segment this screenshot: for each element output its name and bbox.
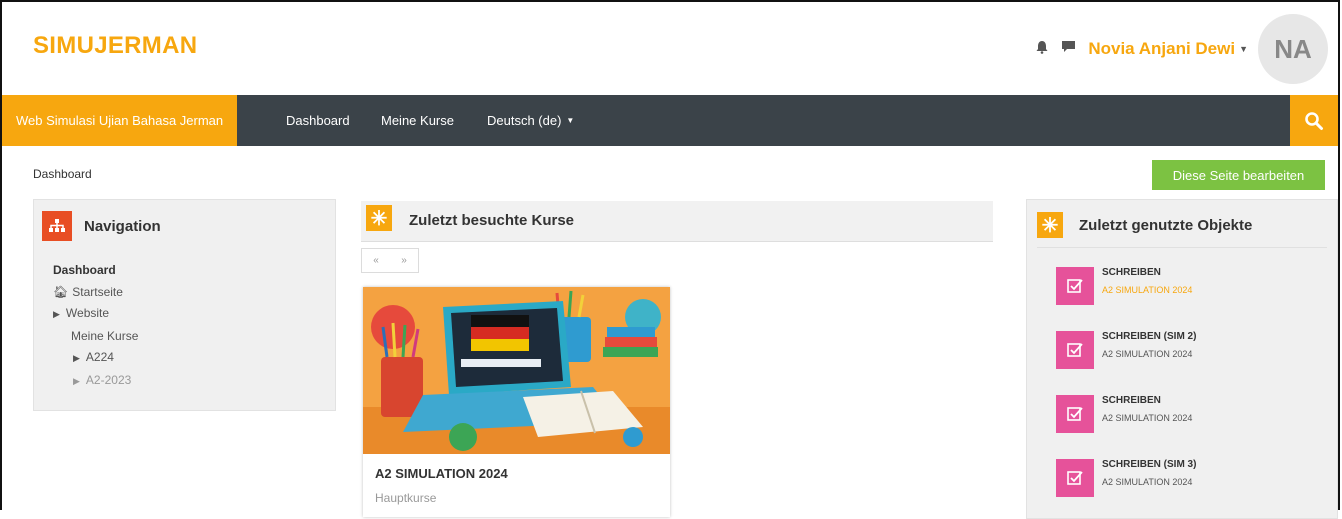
avatar[interactable]: NA <box>1258 14 1328 84</box>
sitemap-icon <box>42 211 72 241</box>
nav-my-courses[interactable]: Meine Kurse <box>381 95 454 146</box>
recent-item-course: A2 SIMULATION 2024 <box>1102 413 1193 423</box>
user-menu-area: Novia Anjani Dewi ▼ NA <box>1035 10 1328 88</box>
next-arrow-icon[interactable]: » <box>401 255 407 266</box>
recent-courses-header: ✳ Zuletzt besuchte Kurse <box>361 201 993 242</box>
nav-dashboard[interactable]: Dashboard <box>286 95 350 146</box>
site-header: SIMUJERMAN Novia Anjani Dewi ▼ NA <box>2 2 1338 95</box>
asterisk-icon: ✳ <box>1037 212 1063 238</box>
navigation-title: Navigation <box>84 217 161 235</box>
nav-tree-website[interactable]: ▶ Website <box>53 303 138 326</box>
recent-item-title: SCHREIBEN (SIM 3) <box>1102 459 1197 470</box>
nav-tree-label: A224 <box>85 350 114 364</box>
assignment-icon <box>1056 395 1094 433</box>
recent-items-title: Zuletzt genutzte Objekte <box>1079 216 1253 234</box>
expand-arrow-icon: ▶ <box>73 375 80 386</box>
edit-page-button[interactable]: Diese Seite bearbeiten <box>1152 160 1325 190</box>
expand-arrow-icon: ▶ <box>53 309 60 319</box>
divider <box>1037 247 1327 248</box>
recent-item[interactable]: SCHREIBEN A2 SIMULATION 2024 <box>1056 267 1192 305</box>
recent-items-header: ✳ Zuletzt genutzte Objekte <box>1037 212 1252 238</box>
user-name: Novia Anjani Dewi <box>1088 39 1236 58</box>
course-pager: « » <box>361 248 419 273</box>
main-navbar: Web Simulasi Ujian Bahasa Jerman Dashboa… <box>2 95 1338 146</box>
recent-item-course: A2 SIMULATION 2024 <box>1102 349 1193 359</box>
nav-tree-dashboard[interactable]: Dashboard <box>53 260 138 282</box>
user-menu[interactable]: Novia Anjani Dewi ▼ <box>1088 39 1248 59</box>
language-label: Deutsch (de) <box>487 113 562 128</box>
recent-courses-title: Zuletzt besuchte Kurse <box>409 212 575 229</box>
course-image <box>363 287 670 454</box>
breadcrumb[interactable]: Dashboard <box>33 167 92 181</box>
nav-tree-label: Website <box>65 306 110 320</box>
prev-arrow-icon[interactable]: « <box>373 255 379 266</box>
message-icon[interactable] <box>1061 40 1076 58</box>
expand-arrow-icon: ▶ <box>73 353 80 363</box>
nav-tree-course-a224[interactable]: ▶ A224 <box>53 347 138 370</box>
nav-language-menu[interactable]: Deutsch (de) ▼ <box>487 95 574 146</box>
nav-site-home[interactable]: Web Simulasi Ujian Bahasa Jerman <box>2 95 238 146</box>
chevron-down-icon: ▼ <box>1239 44 1248 54</box>
recent-item-course: A2 SIMULATION 2024 <box>1102 477 1193 487</box>
notification-icon[interactable] <box>1035 40 1049 58</box>
course-name[interactable]: A2 SIMULATION 2024 <box>375 466 508 481</box>
recent-item-title: SCHREIBEN <box>1102 395 1161 406</box>
navigation-tree: Dashboard 🏠︎ Startseite ▶ Website Meine Ku… <box>53 260 138 392</box>
recent-items-block: ✳ Zuletzt genutzte Objekte SCHREIBEN A2 … <box>1026 199 1338 519</box>
nav-tree-label: Startseite <box>72 284 123 299</box>
course-card[interactable]: A2 SIMULATION 2024 Hauptkurse <box>363 287 670 517</box>
recent-item-title: SCHREIBEN <box>1102 267 1161 278</box>
site-logo[interactable]: SIMUJERMAN <box>33 32 197 60</box>
assignment-icon <box>1056 267 1094 305</box>
navigation-block: Navigation Dashboard 🏠︎ Startseite ▶ Websi… <box>33 199 336 411</box>
recent-item-course: A2 SIMULATION 2024 <box>1102 285 1193 295</box>
navigation-block-header: Navigation <box>42 211 161 241</box>
home-icon: 🏠︎ <box>53 284 69 299</box>
recent-item-title: SCHREIBEN (SIM 2) <box>1102 331 1197 342</box>
course-category: Hauptkurse <box>375 491 437 505</box>
chevron-down-icon: ▼ <box>566 116 575 125</box>
nav-tree-course-a2-2023[interactable]: ▶ A2-2023 <box>53 370 138 393</box>
recent-item[interactable]: SCHREIBEN A2 SIMULATION 2024 <box>1056 395 1192 433</box>
assignment-icon <box>1056 459 1094 497</box>
recent-item[interactable]: SCHREIBEN (SIM 3) A2 SIMULATION 2024 <box>1056 459 1196 497</box>
nav-tree-startseite[interactable]: 🏠︎ Startseite <box>53 282 138 304</box>
nav-tree-my-courses[interactable]: Meine Kurse <box>53 326 138 348</box>
nav-tree-label: A2-2023 <box>85 372 132 387</box>
search-button[interactable] <box>1290 95 1338 146</box>
asterisk-icon: ✳ <box>366 205 392 231</box>
search-icon <box>1305 111 1323 130</box>
assignment-icon <box>1056 331 1094 369</box>
recent-item[interactable]: SCHREIBEN (SIM 2) A2 SIMULATION 2024 <box>1056 331 1196 369</box>
